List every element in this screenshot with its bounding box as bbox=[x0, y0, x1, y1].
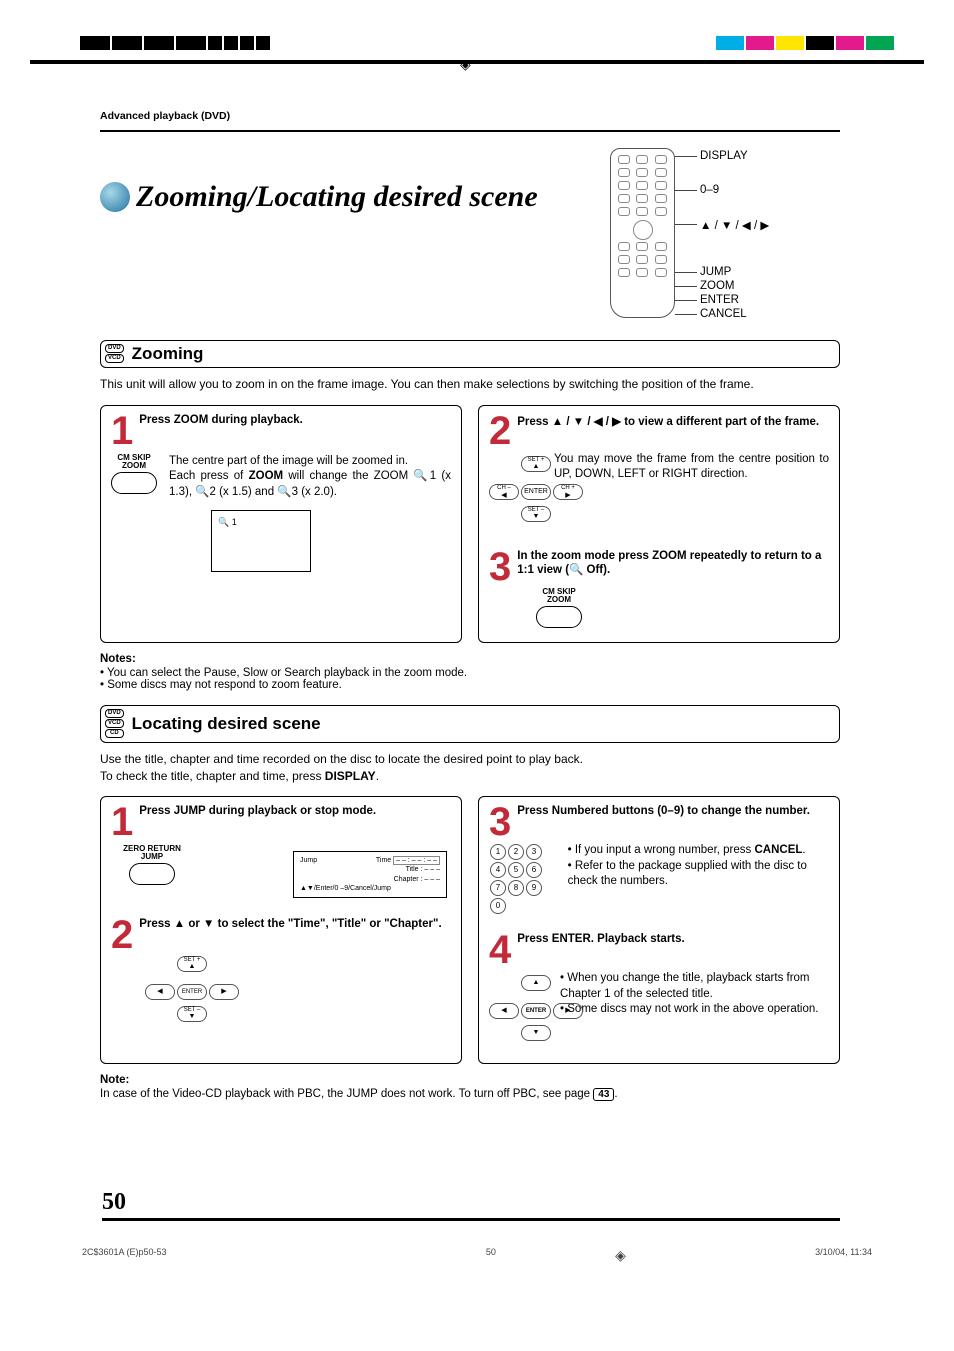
remote-outline bbox=[610, 148, 675, 318]
section-breadcrumb: Advanced playback (DVD) bbox=[100, 110, 840, 122]
zoom-step2-title: Press ▲ / ▼ / ◀ / ▶ to view a different … bbox=[517, 414, 819, 428]
page-title: Zooming/Locating desired scene bbox=[136, 180, 538, 214]
remote-label-jump: JUMP bbox=[700, 266, 731, 278]
section-header-locating: DVD VCD CD Locating desired scene bbox=[100, 705, 840, 743]
step-number: 3 bbox=[489, 805, 511, 839]
note-title: Note: bbox=[100, 1074, 840, 1086]
locating-steps: 1 Press JUMP during playback or stop mod… bbox=[100, 796, 840, 1064]
step-number: 4 bbox=[489, 933, 511, 967]
header-underline bbox=[100, 130, 840, 132]
remote-label-digits: 0–9 bbox=[700, 184, 719, 196]
zoom-step1-box: 1 Press ZOOM during playback. CM SKIP ZO… bbox=[100, 405, 462, 643]
locate-step3-title: Press Numbered buttons (0–9) to change t… bbox=[517, 805, 810, 817]
title-ornament-circle bbox=[100, 182, 130, 212]
zoom-step3-title: In the zoom mode press ZOOM repeatedly t… bbox=[517, 550, 829, 576]
remote-label-arrows: ▲ / ▼ / ◀ / ▶ bbox=[700, 218, 769, 232]
disc-badge-zooming: DVD VCD bbox=[105, 344, 124, 364]
step-number: 1 bbox=[111, 414, 133, 448]
locate-step1-title: Press JUMP during playback or stop mode. bbox=[139, 805, 376, 817]
step-number: 2 bbox=[111, 918, 133, 952]
step-number: 2 bbox=[489, 414, 511, 448]
title-row: Zooming/Locating desired scene DISPLAY bbox=[100, 148, 840, 328]
footer-meta: 2C$3601A (E)p50-53 50 ◈ 3/10/04, 11:34 bbox=[82, 1247, 872, 1257]
locate-step3-4-box: 3 Press Numbered buttons (0–9) to change… bbox=[478, 796, 840, 1064]
nav-pad-graphic: SET +▲ ◀ ENTER ▶ SET –▼ bbox=[145, 956, 237, 1028]
page-number: 50 bbox=[102, 1189, 840, 1221]
crop-marks-right bbox=[716, 36, 894, 50]
zoom-button-graphic-2: CM SKIP ZOOM bbox=[529, 588, 589, 628]
register-mark-bottom: ◈ bbox=[615, 1247, 626, 1264]
nav-pad-graphic: ▲ ◀ ENTER ▶ ▼ bbox=[489, 975, 550, 1047]
step-number: 3 bbox=[489, 550, 511, 584]
remote-label-cancel: CANCEL bbox=[700, 308, 747, 320]
section-title-locating: Locating desired scene bbox=[132, 714, 321, 734]
crop-line-top bbox=[30, 60, 924, 64]
footer-left: 2C$3601A (E)p50-53 bbox=[82, 1247, 167, 1257]
zoom-step2-body: You may move the frame from the centre p… bbox=[554, 452, 829, 532]
note-body: In case of the Video-CD playback with PB… bbox=[100, 1088, 840, 1101]
footer-center: 50 bbox=[486, 1247, 496, 1257]
main-title-wrap: Zooming/Locating desired scene bbox=[100, 180, 538, 214]
zooming-intro: This unit will allow you to zoom in on t… bbox=[100, 376, 840, 393]
section-title-zooming: Zooming bbox=[132, 344, 204, 364]
content-area: Advanced playback (DVD) Zooming/Locating… bbox=[100, 110, 840, 1115]
zoom-step1-title: Press ZOOM during playback. bbox=[139, 414, 303, 426]
zoom-step1-body-a: The centre part of the image will be zoo… bbox=[169, 455, 408, 467]
notes-list: • You can select the Pause, Slow or Sear… bbox=[100, 667, 840, 691]
number-buttons-graphic: 123 456 7890 bbox=[489, 843, 558, 915]
locating-intro: Use the title, chapter and time recorded… bbox=[100, 751, 840, 785]
locate-step4-title: Press ENTER. Playback starts. bbox=[517, 933, 684, 945]
notes-title: Notes: bbox=[100, 653, 840, 665]
register-mark-top: ◈ bbox=[460, 56, 471, 73]
locate-step2-title: Press ▲ or ▼ to select the "Time", "Titl… bbox=[139, 918, 441, 930]
footer-right: 3/10/04, 11:34 bbox=[815, 1247, 872, 1257]
section-header-zooming: DVD VCD Zooming bbox=[100, 340, 840, 368]
remote-label-zoom: ZOOM bbox=[700, 280, 735, 292]
zoom-button-graphic: CM SKIP ZOOM bbox=[111, 454, 157, 501]
jump-button-graphic: ZERO RETURN JUMP bbox=[111, 845, 193, 887]
remote-label-display: DISPLAY bbox=[700, 150, 748, 162]
disc-badge-locating: DVD VCD CD bbox=[105, 709, 124, 739]
zooming-steps: 1 Press ZOOM during playback. CM SKIP ZO… bbox=[100, 405, 840, 643]
page-ref-badge: 43 bbox=[593, 1088, 614, 1101]
zoom-screen-display: 🔍 1 bbox=[211, 510, 311, 572]
page: ◈ Advanced playback (DVD) Zooming/Locati… bbox=[0, 0, 954, 1351]
remote-label-enter: ENTER bbox=[700, 294, 739, 306]
zoom-step2-3-box: 2 Press ▲ / ▼ / ◀ / ▶ to view a differen… bbox=[478, 405, 840, 643]
jump-osd-display: Jump Time – – : – – : – – Title : – – – … bbox=[293, 851, 447, 897]
locate-step1-box: 1 Press JUMP during playback or stop mod… bbox=[100, 796, 462, 1064]
step-number: 1 bbox=[111, 805, 133, 839]
remote-diagram: DISPLAY 0–9 ▲ / ▼ / ◀ / ▶ JUMP ZOOM ENTE… bbox=[610, 148, 840, 328]
nav-pad-graphic: SET +▲ CH –◀ ENTER CH +▶ SET –▼ bbox=[489, 456, 544, 528]
crop-marks-left bbox=[80, 36, 270, 50]
